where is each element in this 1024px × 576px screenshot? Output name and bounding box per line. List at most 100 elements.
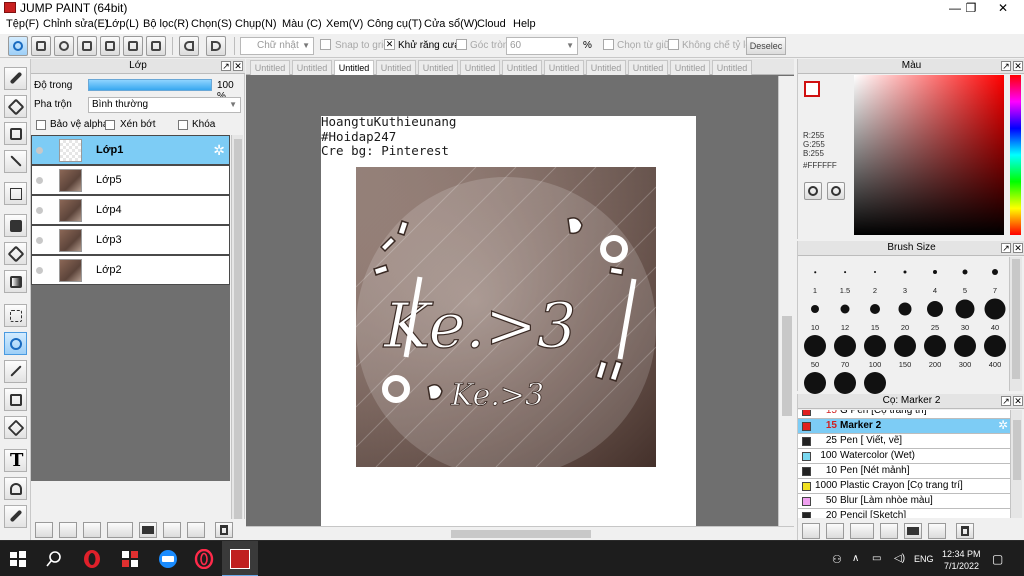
brush-tool[interactable] xyxy=(4,67,27,90)
brush-menu-button[interactable] xyxy=(850,523,874,539)
brush-size-cell[interactable]: 1.5 xyxy=(830,257,860,295)
gradient-tool[interactable] xyxy=(4,270,27,293)
eye-icon[interactable] xyxy=(36,237,43,244)
menu-layer[interactable]: Lớp(L) xyxy=(106,18,139,30)
grid-button[interactable] xyxy=(146,36,166,56)
rect-select-tool[interactable] xyxy=(4,304,27,327)
new-layer-1bit-button[interactable] xyxy=(83,522,101,538)
select-center-checkbox[interactable] xyxy=(603,39,614,50)
color-picker-button[interactable] xyxy=(827,182,845,200)
hue-slider[interactable] xyxy=(1010,75,1021,235)
brush-size-cell[interactable]: 20 xyxy=(890,294,920,332)
brush-size-cell[interactable]: 30 xyxy=(950,294,980,332)
menu-help[interactable]: Help xyxy=(513,18,536,30)
brush-list-item[interactable]: 100 Watercolor (Wet) xyxy=(798,449,1010,464)
round-value-input[interactable]: 60 ▼ xyxy=(506,37,578,55)
text-tool[interactable]: T xyxy=(4,449,27,472)
menu-capture[interactable]: Chụp(N) xyxy=(235,18,277,30)
document-tab[interactable]: Untitled xyxy=(544,60,584,75)
brush-size-cell[interactable]: 3 xyxy=(890,257,920,295)
delete-brush-button[interactable] xyxy=(956,523,974,539)
brush-size-cell[interactable]: 4 xyxy=(920,257,950,295)
clock-date[interactable]: 7/1/2022 xyxy=(944,561,979,571)
page-button[interactable] xyxy=(100,36,120,56)
app-taskbar-icon[interactable] xyxy=(112,541,148,576)
eye-icon[interactable] xyxy=(36,177,43,184)
menu-filter[interactable]: Bộ lọc(R) xyxy=(143,18,189,30)
close-icon[interactable]: ✕ xyxy=(1013,396,1023,406)
document-tab[interactable]: Untitled xyxy=(460,60,500,75)
brush-size-cell[interactable]: 400 xyxy=(980,331,1010,369)
language-indicator[interactable]: ENG xyxy=(914,554,934,564)
brush-scrollbar[interactable] xyxy=(1009,257,1022,391)
folder-button[interactable] xyxy=(139,522,157,538)
undock-icon[interactable]: ↗ xyxy=(1001,243,1011,253)
caption-button[interactable] xyxy=(77,36,97,56)
palette-button[interactable] xyxy=(804,182,822,200)
select-eraser-tool[interactable] xyxy=(4,416,27,439)
snap-to-grid-checkbox[interactable] xyxy=(320,39,331,50)
cloud-brush-button[interactable] xyxy=(826,523,844,539)
brush-list-item[interactable]: 50 Blur [Làm nhòe màu] xyxy=(798,494,1010,509)
document-tab[interactable]: Untitled xyxy=(712,60,752,75)
duplicate-brush-button[interactable] xyxy=(928,523,946,539)
brush-settings-button[interactable] xyxy=(880,523,898,539)
duplicate-layer-button[interactable] xyxy=(163,522,181,538)
share-button[interactable] xyxy=(31,36,51,56)
scrollbar-thumb[interactable] xyxy=(234,139,242,519)
gear-icon[interactable]: ✲ xyxy=(998,418,1008,432)
brush-size-cell[interactable]: 10 xyxy=(800,294,830,332)
opera-gx-taskbar-icon[interactable] xyxy=(186,541,222,576)
layer-row[interactable]: Lớp4 xyxy=(31,195,230,225)
document-tab[interactable]: Untitled xyxy=(586,60,626,75)
menu-tools[interactable]: Công cụ(T) xyxy=(367,18,422,30)
saturation-value-picker[interactable] xyxy=(854,75,1004,235)
list-button[interactable] xyxy=(123,36,143,56)
undo-button[interactable] xyxy=(179,36,199,56)
document-tab[interactable]: Untitled xyxy=(670,60,710,75)
redo-button[interactable] xyxy=(206,36,226,56)
add-layer-menu-button[interactable] xyxy=(107,522,133,538)
document-tab[interactable]: Untitled xyxy=(376,60,416,75)
lock-checkbox[interactable] xyxy=(178,120,188,130)
search-button[interactable] xyxy=(36,541,72,576)
brush-size-cell[interactable]: 12 xyxy=(830,294,860,332)
blend-select[interactable]: Bình thường ▼ xyxy=(88,97,241,113)
scrollbar-thumb[interactable] xyxy=(451,530,591,538)
close-button[interactable]: ✕ xyxy=(980,0,1024,16)
network-icon[interactable]: ▭ xyxy=(872,553,881,564)
brush-size-cell[interactable]: 2 xyxy=(860,257,890,295)
clipping-checkbox[interactable] xyxy=(105,120,115,130)
volume-icon[interactable]: ◁) xyxy=(894,553,905,564)
undock-icon[interactable]: ↗ xyxy=(221,61,231,71)
chevron-up-icon[interactable]: ∧ xyxy=(852,553,859,564)
brush-list-item[interactable]: 25 Pen [ Viết, vẽ] xyxy=(798,434,1010,449)
fill-rect-tool[interactable] xyxy=(4,214,27,237)
layer-row[interactable]: Lớp5 xyxy=(31,165,230,195)
document-tab[interactable]: Untitled xyxy=(292,60,332,75)
add-brush-button[interactable] xyxy=(802,523,820,539)
menu-color[interactable]: Màu (C) xyxy=(282,18,322,30)
document-tab[interactable]: Untitled xyxy=(250,60,290,75)
undock-icon[interactable]: ↗ xyxy=(1001,61,1011,71)
menu-select[interactable]: Chọn(S) xyxy=(191,18,232,30)
close-icon[interactable]: ✕ xyxy=(1013,61,1023,71)
zalo-taskbar-icon[interactable] xyxy=(150,541,186,576)
layer-row[interactable]: Lớp2 xyxy=(31,255,230,285)
lasso-tool[interactable] xyxy=(4,332,27,355)
move-tool[interactable] xyxy=(4,182,27,205)
brush-size-cell[interactable]: 300 xyxy=(950,331,980,369)
opera-taskbar-icon[interactable] xyxy=(74,541,110,576)
scrollbar-thumb[interactable] xyxy=(1012,259,1020,379)
start-button[interactable] xyxy=(0,541,36,576)
brush-size-cell[interactable]: 150 xyxy=(890,331,920,369)
brush-size-cell[interactable]: 1 xyxy=(800,257,830,295)
scrollbar-thumb[interactable] xyxy=(782,316,792,416)
round-corner-checkbox[interactable] xyxy=(456,39,467,50)
brush-size-cell[interactable]: 40 xyxy=(980,294,1010,332)
speech-bubble-button[interactable] xyxy=(54,36,74,56)
notification-icon[interactable]: ▢ xyxy=(992,552,1003,566)
eye-icon[interactable] xyxy=(36,147,43,154)
document-tab[interactable]: Untitled xyxy=(418,60,458,75)
brush-size-cell[interactable]: 70 xyxy=(830,331,860,369)
